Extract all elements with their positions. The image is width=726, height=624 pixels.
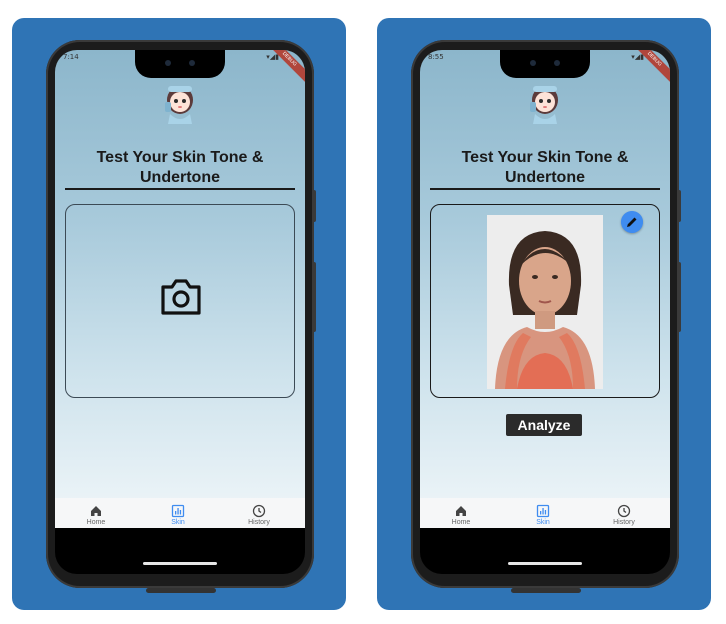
camera-notch (500, 50, 590, 78)
analyze-button[interactable]: Analyze (506, 414, 582, 436)
camera-notch (135, 50, 225, 78)
camera-icon[interactable] (159, 277, 203, 317)
app-screen: 7:14 ▾◢▮ DEBUG Test Your Skin Tone & Und… (55, 50, 305, 540)
power-button (677, 190, 681, 222)
phone-chin (420, 528, 670, 574)
speaker-grille (146, 588, 216, 593)
app-screen: 8:55 ▾◢▮ DEBUG Test Your Skin Tone & Und… (420, 50, 670, 540)
app-logo-avatar (165, 86, 193, 124)
gesture-bar[interactable] (143, 562, 217, 565)
status-time: 7:14 (63, 53, 79, 61)
clock-icon (252, 504, 266, 518)
nav-history-label: History (248, 519, 270, 526)
title-divider (65, 188, 295, 190)
chart-icon (536, 504, 550, 518)
image-picker-box[interactable] (65, 204, 295, 398)
gesture-bar[interactable] (508, 562, 582, 565)
front-camera (530, 60, 536, 66)
front-camera (554, 60, 560, 66)
nav-home-label: Home (86, 519, 106, 526)
home-icon (456, 506, 466, 516)
volume-button (312, 262, 316, 332)
page-title: Test Your Skin Tone & Undertone (96, 149, 264, 186)
selected-image-box (430, 204, 660, 398)
page-title: Test Your Skin Tone & Undertone (461, 149, 629, 186)
left-screenshot-card: 7:14 ▾◢▮ DEBUG Test Your Skin Tone & Und… (12, 18, 346, 610)
front-camera (165, 60, 171, 66)
clock-icon (617, 504, 631, 518)
uploaded-face-photo (487, 215, 603, 389)
nav-skin-label: Skin (536, 519, 550, 526)
nav-home-label: Home (451, 519, 471, 526)
phone-chin (55, 528, 305, 574)
phone-frame: 8:55 ▾◢▮ DEBUG Test Your Skin Tone & Und… (411, 40, 681, 593)
app-logo-avatar (530, 86, 558, 124)
title-divider (430, 188, 660, 190)
power-button (312, 190, 316, 222)
nav-history-label: History (613, 519, 635, 526)
chart-icon (171, 504, 185, 518)
edit-image-button[interactable] (621, 211, 643, 233)
nav-skin-label: Skin (171, 519, 185, 526)
status-time: 8:55 (428, 53, 444, 61)
right-screenshot-card: 8:55 ▾◢▮ DEBUG Test Your Skin Tone & Und… (377, 18, 711, 610)
front-camera (189, 60, 195, 66)
phone-frame: 7:14 ▾◢▮ DEBUG Test Your Skin Tone & Und… (46, 40, 316, 593)
volume-button (677, 262, 681, 332)
speaker-grille (511, 588, 581, 593)
home-icon (91, 506, 101, 516)
